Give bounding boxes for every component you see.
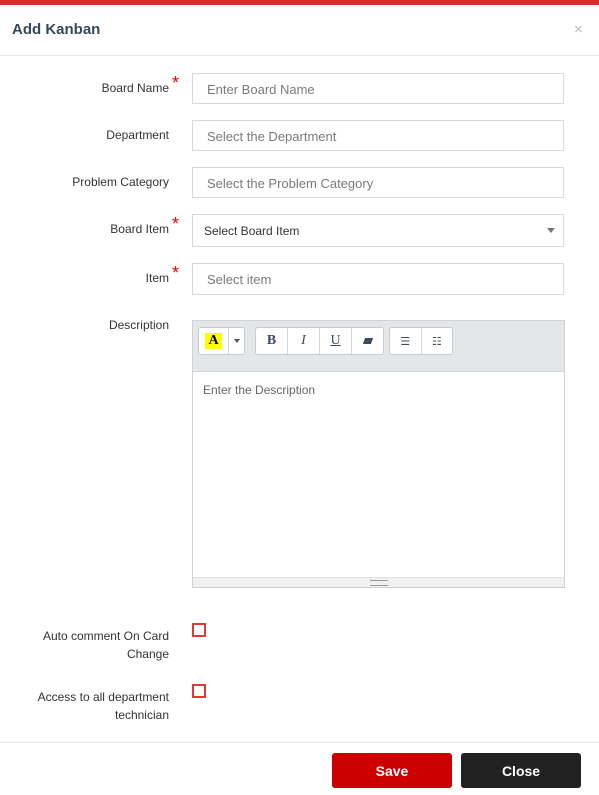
ordered-list-icon: ☷	[431, 334, 442, 348]
modal-title: Add Kanban	[12, 21, 101, 38]
font-color-icon: A	[205, 333, 222, 349]
bold-button[interactable]: B	[256, 328, 288, 354]
board-item-label-text: Board Item	[110, 222, 169, 236]
close-button[interactable]: Close	[461, 753, 581, 788]
access-all-label-line1: Access to all department	[37, 690, 169, 704]
item-select[interactable]: Select item	[192, 263, 564, 295]
department-placeholder: Select the Department	[207, 129, 337, 144]
italic-button[interactable]: I	[288, 328, 320, 354]
format-group: B I U	[255, 327, 384, 355]
access-all-checkbox[interactable]	[192, 684, 206, 698]
underline-button[interactable]: U	[320, 328, 352, 354]
required-asterisk: *	[171, 263, 179, 283]
auto-comment-label: Auto comment On Card Change	[20, 627, 169, 663]
eraser-button[interactable]	[352, 328, 383, 354]
item-label-text: Item	[145, 271, 169, 285]
auto-comment-checkbox[interactable]	[192, 623, 206, 637]
board-name-label-text: Board Name	[101, 81, 169, 95]
problem-category-label: Problem Category	[72, 175, 169, 189]
board-name-placeholder: Enter Board Name	[207, 82, 315, 97]
editor-toolbar: A B I U ☰ ☷	[193, 321, 564, 372]
chevron-down-icon	[547, 228, 555, 233]
department-select[interactable]: Select the Department	[192, 120, 564, 151]
color-group: A	[198, 327, 245, 355]
font-color-button[interactable]: A	[199, 328, 229, 354]
description-textarea[interactable]: Enter the Description	[203, 383, 315, 397]
access-all-label-line2: technician	[114, 708, 169, 722]
modal-header: Add Kanban ×	[0, 5, 599, 56]
item-label: Item *	[60, 263, 179, 285]
grip-icon	[370, 580, 388, 586]
unordered-list-button[interactable]: ☰	[390, 328, 422, 354]
description-label: Description	[108, 318, 169, 332]
board-item-select[interactable]: Select Board Item	[192, 214, 564, 247]
required-asterisk: *	[171, 73, 179, 93]
problem-category-placeholder: Select the Problem Category	[207, 176, 374, 191]
department-label: Department	[106, 128, 169, 142]
board-item-label: Board Item *	[60, 214, 179, 236]
list-group: ☰ ☷	[389, 327, 453, 355]
required-asterisk: *	[171, 214, 179, 234]
auto-comment-label-line2: Change	[126, 647, 169, 661]
board-name-label: Board Name *	[60, 73, 179, 95]
board-name-input[interactable]: Enter Board Name	[192, 73, 564, 104]
unordered-list-icon: ☰	[400, 334, 411, 348]
editor-resize-handle[interactable]	[193, 577, 564, 587]
eraser-icon	[362, 338, 373, 344]
item-placeholder: Select item	[207, 272, 272, 287]
problem-category-select[interactable]: Select the Problem Category	[192, 167, 564, 198]
access-all-label: Access to all department technician	[20, 688, 169, 724]
footer-divider	[0, 742, 599, 743]
board-item-selected: Select Board Item	[204, 224, 300, 238]
ordered-list-button[interactable]: ☷	[422, 328, 453, 354]
save-button[interactable]: Save	[332, 753, 452, 788]
color-dropdown-button[interactable]	[229, 328, 244, 354]
caret-down-icon	[233, 339, 240, 343]
close-icon[interactable]: ×	[574, 22, 583, 37]
auto-comment-label-line1: Auto comment On Card	[42, 629, 169, 643]
description-editor: A B I U ☰ ☷ Enter the Description	[192, 320, 565, 588]
